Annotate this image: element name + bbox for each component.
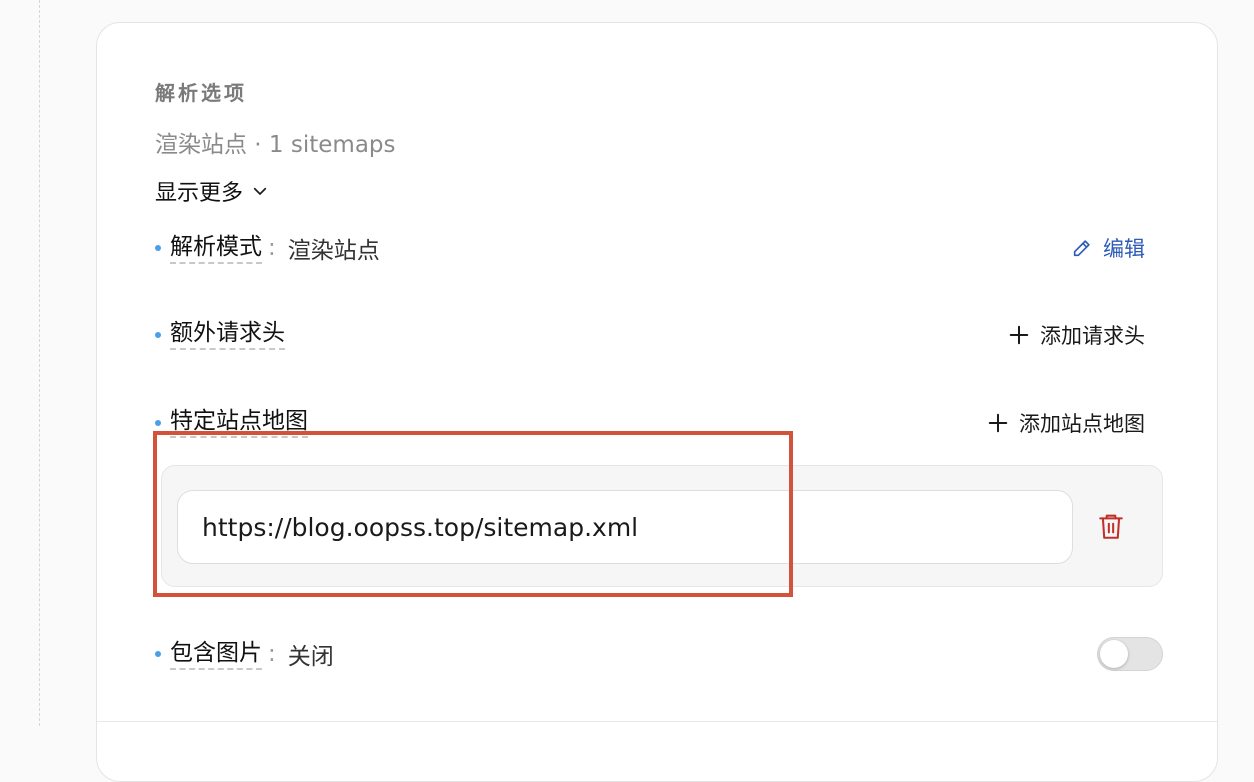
- options-summary: 渲染站点 · 1 sitemaps: [155, 132, 396, 158]
- show-more-toggle[interactable]: 显示更多: [155, 175, 269, 207]
- pencil-icon: [1073, 240, 1090, 257]
- add-sitemap-button[interactable]: 添加站点地图: [987, 408, 1145, 438]
- parse-mode-label: 解析模式: [170, 233, 262, 264]
- sitemaps-row: 特定站点地图 添加站点地图: [155, 407, 1145, 438]
- include-images-toggle[interactable]: [1097, 637, 1163, 671]
- plus-icon: [1009, 325, 1029, 344]
- edit-parse-mode-button[interactable]: 编辑: [1071, 233, 1145, 263]
- include-images-label: 包含图片: [170, 639, 262, 670]
- plus-icon: [988, 413, 1008, 432]
- divider: [97, 721, 1217, 722]
- sitemap-list-item: [161, 465, 1163, 587]
- bullet-dot: [155, 651, 161, 657]
- parse-mode-row: 解析模式 : 渲染站点 编辑: [155, 231, 1145, 265]
- bullet-dot: [155, 419, 161, 426]
- toggle-knob: [1100, 640, 1128, 668]
- chevron-down-icon: [253, 187, 267, 195]
- bullet-dot: [155, 331, 161, 338]
- parse-mode-value: 渲染站点: [287, 238, 380, 264]
- add-header-label: 添加请求头: [1040, 323, 1145, 348]
- extra-headers-label: 额外请求头: [170, 319, 285, 350]
- include-images-value: 关闭: [287, 644, 334, 670]
- sitemaps-label: 特定站点地图: [170, 407, 308, 438]
- bullet-dot: [155, 245, 161, 251]
- delete-sitemap-button[interactable]: [1096, 510, 1126, 544]
- sitemap-url-input[interactable]: [177, 490, 1073, 564]
- add-sitemap-label: 添加站点地图: [1019, 411, 1145, 436]
- colon: :: [268, 641, 276, 667]
- add-header-button[interactable]: 添加请求头: [1008, 320, 1145, 350]
- trash-icon: [1099, 514, 1123, 539]
- section-title: 解析选项: [155, 81, 247, 105]
- extra-headers-row: 额外请求头 添加请求头: [155, 319, 1145, 350]
- parse-options-card: 解析选项 渲染站点 · 1 sitemaps 显示更多 解析模式 : 渲染站点 …: [96, 22, 1218, 782]
- include-images-row: 包含图片 : 关闭: [155, 637, 1163, 671]
- dashed-rail: [39, 0, 40, 726]
- colon: :: [268, 235, 276, 261]
- show-more-label: 显示更多: [155, 181, 244, 206]
- edit-label: 编辑: [1103, 237, 1145, 261]
